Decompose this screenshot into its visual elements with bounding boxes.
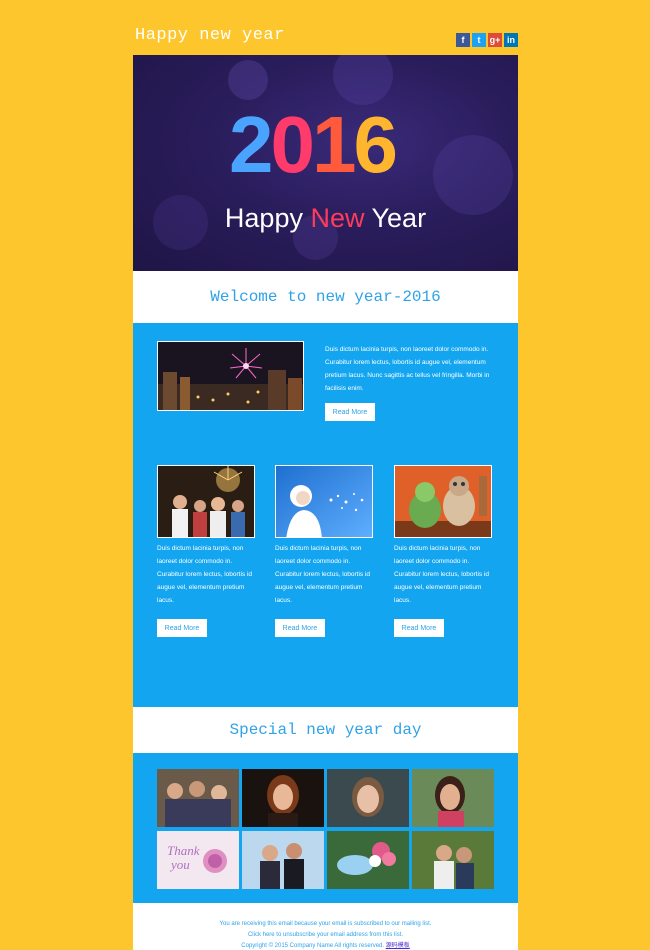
- gallery-photo: [412, 769, 494, 827]
- column-snow-image: [275, 465, 373, 538]
- column-party-image: [157, 465, 255, 538]
- footer-copyright: Copyright © 2015 Company Name All rights…: [133, 941, 518, 950]
- column-text: Duis dictum lacinia turpis, non laoreet …: [157, 545, 253, 604]
- column-text: Duis dictum lacinia turpis, non laoreet …: [394, 545, 490, 604]
- greeting-new: New: [310, 203, 365, 233]
- hero-banner: 2016 Happy New Year: [133, 55, 518, 271]
- social-links: f t g+ in: [456, 33, 518, 47]
- bokeh-light: [228, 60, 268, 100]
- google-plus-icon[interactable]: g+: [488, 33, 502, 47]
- gallery-photo: Thank you: [157, 831, 239, 889]
- column-read-more-button[interactable]: Read More: [157, 619, 207, 637]
- year-digit: 1: [312, 100, 356, 189]
- twitter-icon[interactable]: t: [472, 33, 486, 47]
- column-read-more-button[interactable]: Read More: [275, 619, 325, 637]
- welcome-heading: Welcome to new year-2016: [133, 271, 518, 323]
- feature-fireworks-image: [157, 341, 304, 411]
- top-bar: Happy new year f t g+ in: [133, 24, 518, 50]
- footer-unsubscribe-link[interactable]: Click here to unsubscribe your email add…: [133, 930, 518, 941]
- column-read-more-button[interactable]: Read More: [394, 619, 444, 637]
- gallery-photo: [242, 831, 324, 889]
- facebook-icon[interactable]: f: [456, 33, 470, 47]
- gallery-photo: [157, 769, 239, 827]
- email-container: 2016 Happy New Year Welcome to new year-…: [133, 55, 518, 950]
- bokeh-light: [333, 55, 393, 105]
- greeting-happy: Happy: [224, 203, 311, 233]
- site-title: Happy new year: [135, 26, 285, 45]
- svg-text:Thank: Thank: [167, 843, 200, 858]
- linkedin-icon[interactable]: in: [504, 33, 518, 47]
- photo-gallery: Thank you: [133, 753, 518, 903]
- greeting-year: Year: [364, 203, 427, 233]
- email-footer: You are receiving this email because you…: [133, 903, 518, 950]
- year-digit: 0: [270, 100, 315, 189]
- gallery-photo: [242, 769, 324, 827]
- hero-greeting: Happy New Year: [133, 203, 518, 234]
- welcome-section: Duis dictum lacinia turpis, non laoreet …: [133, 323, 518, 707]
- column-figurines-image: [394, 465, 492, 538]
- footer-link[interactable]: 源码模板: [386, 943, 410, 949]
- svg-text:you: you: [169, 857, 190, 872]
- footer-subscription-note: You are receiving this email because you…: [219, 921, 432, 927]
- column-text: Duis dictum lacinia turpis, non laoreet …: [275, 545, 371, 604]
- year-2016-logo: 2016: [229, 100, 398, 189]
- year-digit: 6: [353, 100, 398, 189]
- year-digit: 2: [229, 100, 273, 189]
- feature-text: Duis dictum lacinia turpis, non laoreet …: [325, 346, 490, 392]
- feature-read-more-button[interactable]: Read More: [325, 403, 375, 421]
- copyright-text: Copyright © 2015 Company Name All rights…: [241, 943, 385, 949]
- gallery-photo: [327, 769, 409, 827]
- gallery-photo: [327, 831, 409, 889]
- gallery-photo: [412, 831, 494, 889]
- special-heading: Special new year day: [133, 707, 518, 753]
